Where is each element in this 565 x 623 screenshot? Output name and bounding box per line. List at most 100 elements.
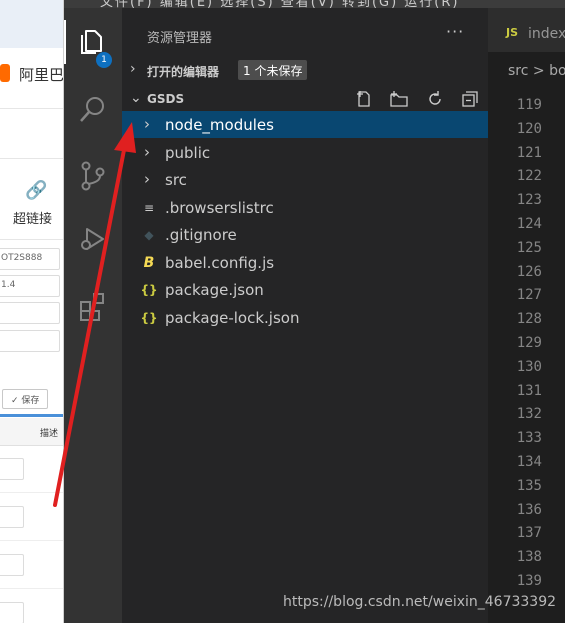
line-number: 139 — [516, 573, 542, 589]
search-button[interactable] — [64, 84, 122, 134]
chevron-right-icon: › — [144, 115, 150, 133]
table-cell-input[interactable] — [0, 506, 24, 528]
chevron-right-icon: › — [130, 61, 136, 77]
sidebar-title: 资源管理器 — [147, 31, 213, 46]
json-icon: {} — [140, 283, 158, 297]
line-number: 120 — [516, 120, 542, 137]
line-number: 136 — [516, 501, 542, 518]
line-number: 121 — [516, 144, 542, 161]
background-header — [0, 0, 63, 48]
hyperlink-label[interactable]: 超链接 — [13, 208, 52, 227]
background-field-3[interactable] — [0, 302, 60, 324]
folder-label: GSDS — [147, 92, 185, 106]
extensions-button[interactable] — [64, 280, 122, 330]
open-editors-label: 打开的编辑器 — [147, 65, 220, 79]
line-number: 127 — [516, 287, 542, 304]
background-web-page: 阿里巴 🔗 超链接 OT2S888 1.4 ✓ 保存 描述 — [0, 0, 64, 623]
chevron-down-icon: ⌄ — [130, 90, 142, 106]
editor-area: JS index src > bo 119 120 121 122 123 124 125 1… — [488, 8, 565, 623]
tab-index-js[interactable]: JS index — [488, 8, 565, 52]
tree-item-label: public — [165, 144, 211, 162]
link-icon[interactable]: 🔗 — [25, 180, 47, 201]
breadcrumb[interactable]: src > bo — [508, 63, 565, 79]
tree-item-browserslistrc[interactable]: ≡ .browserslistrc — [122, 194, 488, 221]
table-cell-input[interactable] — [0, 602, 24, 623]
line-number: 122 — [516, 168, 542, 185]
brand-logo-icon — [0, 64, 10, 82]
refresh-icon[interactable] — [426, 90, 444, 108]
explorer-button[interactable]: 1 — [64, 16, 122, 68]
more-actions-icon[interactable]: ··· — [446, 22, 464, 41]
line-number: 134 — [516, 454, 542, 470]
line-number: 126 — [516, 263, 542, 280]
divider — [0, 108, 63, 109]
run-debug-icon — [81, 228, 104, 250]
source-control-button[interactable] — [64, 150, 122, 200]
activity-bar: 1 — [64, 8, 122, 623]
menu-bar[interactable]: 文件(F) 编辑(E) 选择(S) 查看(V) 转到(G) 运行(R) — [100, 0, 459, 8]
search-icon — [80, 97, 104, 122]
javascript-icon: JS — [506, 26, 519, 39]
tab-bar: JS index — [488, 8, 565, 52]
chevron-right-icon: › — [144, 143, 150, 161]
table-cell-input[interactable] — [0, 554, 24, 576]
tree-item-label: src — [165, 171, 187, 189]
unsaved-badge: 1 个未保存 — [238, 60, 308, 80]
brand-text: 阿里巴 — [19, 66, 64, 84]
tree-item-label: node_modules — [165, 116, 274, 134]
line-number: 125 — [516, 239, 542, 256]
line-number: 130 — [516, 358, 542, 375]
watermark: https://blog.csdn.net/weixin_46733392 — [283, 594, 557, 610]
git-icon: ◆ — [144, 228, 154, 242]
tab-label: index — [528, 26, 565, 42]
explorer-badge: 1 — [96, 52, 112, 68]
run-debug-button[interactable] — [64, 213, 122, 263]
tree-item-label: .gitignore — [165, 226, 237, 244]
window-titlebar: 文件(F) 编辑(E) 选择(S) 查看(V) 转到(G) 运行(R) — [64, 0, 565, 8]
tree-item-gitignore[interactable]: ◆ .gitignore — [122, 221, 488, 248]
line-number: 138 — [516, 549, 542, 566]
tree-item-babel-config[interactable]: B babel.config.js — [122, 249, 488, 276]
table-row — [0, 540, 63, 541]
line-number: 124 — [516, 216, 542, 232]
explorer-sidebar: 资源管理器 ··· › 打开的编辑器 1 个未保存 ⌄ GSDS › node_… — [122, 8, 488, 623]
lines-icon: ≡ — [143, 201, 155, 215]
save-button[interactable]: ✓ 保存 — [2, 389, 48, 409]
chevron-right-icon: › — [144, 170, 150, 188]
tree-item-package-lock-json[interactable]: {} package-lock.json — [122, 304, 488, 331]
column-header-desc: 描述 — [40, 429, 59, 439]
new-folder-icon[interactable] — [390, 90, 408, 108]
folder-section[interactable]: ⌄ GSDS — [122, 86, 488, 112]
line-number: 132 — [516, 406, 542, 423]
line-number: 123 — [516, 192, 542, 209]
extensions-icon — [80, 293, 104, 321]
table-cell-input[interactable] — [0, 458, 24, 480]
tree-item-node-modules[interactable]: › node_modules — [122, 111, 488, 138]
tree-item-package-json[interactable]: {} package.json — [122, 276, 488, 303]
json-icon: {} — [140, 311, 158, 325]
line-number: 119 — [516, 97, 542, 113]
table-row — [0, 492, 63, 493]
tab-indicator — [0, 414, 63, 417]
line-number: 135 — [516, 477, 542, 494]
background-field-2[interactable]: 1.4 — [0, 275, 60, 297]
tree-item-public[interactable]: › public — [122, 139, 488, 166]
open-editors-section[interactable]: › 打开的编辑器 1 个未保存 — [122, 57, 488, 83]
table-row — [0, 588, 63, 589]
babel-icon: B — [143, 255, 155, 271]
source-control-icon — [81, 161, 105, 191]
tree-item-label: package-lock.json — [165, 309, 300, 327]
new-file-icon[interactable] — [355, 90, 373, 108]
tree-item-src[interactable]: › src — [122, 166, 488, 193]
background-field-4[interactable] — [0, 330, 60, 352]
tree-item-label: babel.config.js — [165, 254, 275, 272]
line-number: 129 — [516, 335, 542, 351]
line-number: 137 — [516, 525, 542, 542]
line-number: 133 — [516, 430, 542, 447]
tree-item-label: package.json — [165, 281, 264, 299]
tree-item-label: .browserslistrc — [165, 199, 274, 217]
line-number: 131 — [516, 382, 542, 399]
collapse-all-icon[interactable] — [461, 90, 479, 108]
background-field-1[interactable]: OT2S888 — [0, 248, 60, 270]
background-brand: 阿里巴 — [0, 63, 64, 85]
